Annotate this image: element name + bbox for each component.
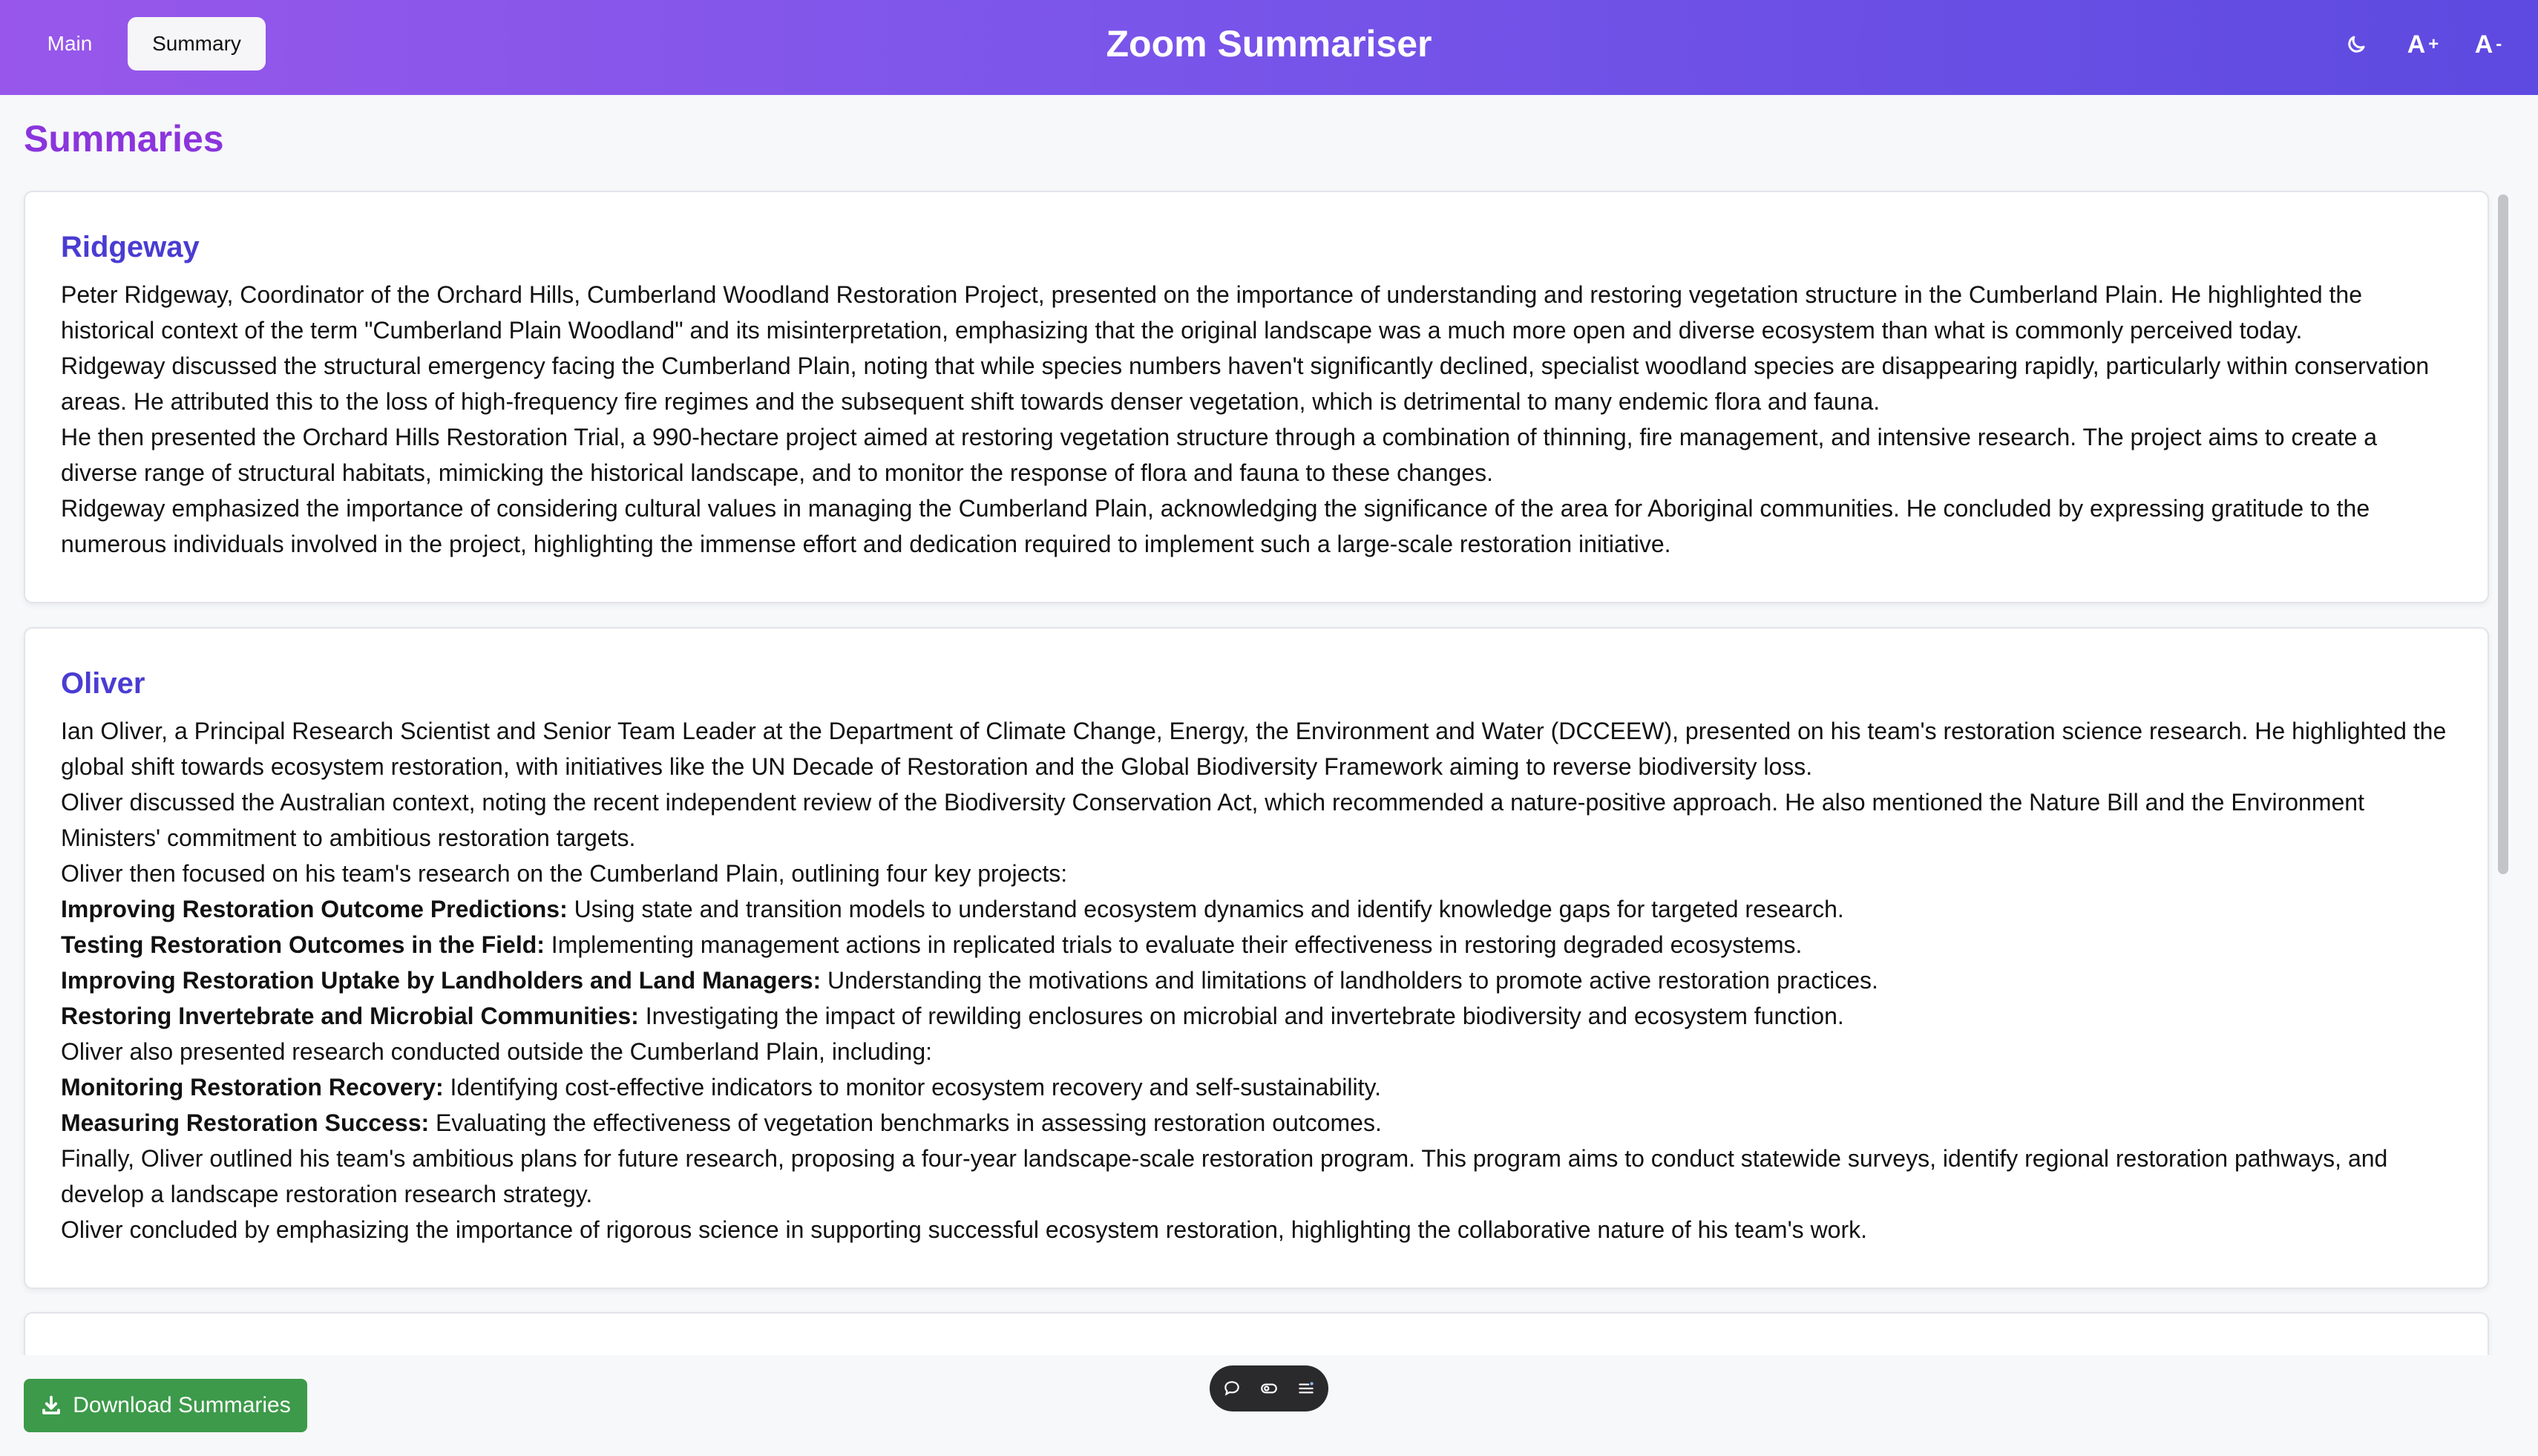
project-text: Investigating the impact of rewilding en… bbox=[638, 1003, 1844, 1029]
moon-icon bbox=[2348, 36, 2365, 53]
plus-icon: + bbox=[2428, 34, 2439, 54]
project-title: Improving Restoration Outcome Prediction… bbox=[61, 896, 568, 922]
summary-paragraph: Ridgeway emphasized the importance of co… bbox=[61, 495, 2370, 557]
app-title: Zoom Summariser bbox=[1106, 23, 1432, 65]
chat-bubble-icon bbox=[1224, 1381, 1239, 1396]
summary-paragraph: Oliver concluded by emphasizing the impo… bbox=[61, 1216, 1868, 1243]
summary-paragraph: Oliver also presented research conducted… bbox=[61, 1038, 933, 1065]
app-header: Main Summary Zoom Summariser A + A- bbox=[0, 0, 2538, 95]
minus-icon: - bbox=[2496, 34, 2502, 54]
project-text: Identifying cost-effective indicators to… bbox=[443, 1074, 1381, 1101]
summary-card-ridgeway: Ridgeway Peter Ridgeway, Coordinator of … bbox=[24, 191, 2489, 603]
font-increase-label: A bbox=[2407, 30, 2426, 59]
summary-speaker-name: Oliver bbox=[61, 667, 145, 700]
summary-paragraph: Ridgeway discussed the structural emerge… bbox=[61, 352, 2430, 415]
floating-toolbar bbox=[1210, 1365, 1328, 1411]
project-item: Improving Restoration Outcome Prediction… bbox=[61, 891, 2452, 927]
summary-paragraph: Finally, Oliver outlined his team's ambi… bbox=[61, 1145, 2388, 1207]
project-text: Evaluating the effectiveness of vegetati… bbox=[429, 1109, 1382, 1136]
project-item: Measuring Restoration Success: Evaluatin… bbox=[61, 1105, 2452, 1141]
project-item: Improving Restoration Uptake by Landhold… bbox=[61, 963, 2452, 998]
summary-paragraph: He then presented the Orchard Hills Rest… bbox=[61, 424, 2378, 486]
summary-speaker-name: Ridgeway bbox=[61, 231, 200, 263]
summary-paragraph: Peter Ridgeway, Coordinator of the Orcha… bbox=[61, 281, 2363, 344]
project-text: Understanding the motivations and limita… bbox=[821, 967, 1878, 994]
page-title: Summaries bbox=[24, 118, 224, 160]
project-item: Restoring Invertebrate and Microbial Com… bbox=[61, 998, 2452, 1034]
project-title: Monitoring Restoration Recovery: bbox=[61, 1074, 444, 1101]
download-summaries-label: Download Summaries bbox=[73, 1393, 291, 1417]
font-decrease-label: A bbox=[2474, 30, 2493, 59]
project-title: Improving Restoration Uptake by Landhold… bbox=[61, 967, 822, 994]
scrollbar-thumb[interactable] bbox=[2498, 194, 2508, 874]
project-text: Using state and transition models to und… bbox=[567, 896, 1844, 922]
list-icon bbox=[1299, 1382, 1314, 1394]
font-decrease-button[interactable]: A- bbox=[2465, 22, 2511, 67]
project-title: Measuring Restoration Success: bbox=[61, 1109, 430, 1136]
view-toggle-button[interactable] bbox=[1254, 1374, 1284, 1403]
project-item: Monitoring Restoration Recovery: Identif… bbox=[61, 1069, 2452, 1105]
summary-paragraph: Ian Oliver, a Principal Research Scienti… bbox=[61, 718, 2447, 780]
project-text: Implementing management actions in repli… bbox=[544, 931, 1803, 958]
project-title: Restoring Invertebrate and Microbial Com… bbox=[61, 1003, 639, 1029]
project-item: Testing Restoration Outcomes in the Fiel… bbox=[61, 927, 2452, 963]
download-icon bbox=[42, 1395, 61, 1414]
chat-button[interactable] bbox=[1217, 1374, 1247, 1403]
summary-paragraph: Oliver discussed the Australian context,… bbox=[61, 789, 2364, 851]
summary-paragraph: Oliver then focused on his team's resear… bbox=[61, 860, 1068, 887]
summary-card-oliver: Oliver Ian Oliver, a Principal Research … bbox=[24, 627, 2489, 1289]
eye-icon bbox=[1261, 1383, 1277, 1394]
font-increase-button[interactable]: A + bbox=[2400, 22, 2446, 67]
download-summaries-button[interactable]: Download Summaries bbox=[24, 1379, 307, 1432]
menu-button[interactable] bbox=[1291, 1374, 1321, 1403]
dark-mode-toggle[interactable] bbox=[2338, 22, 2375, 67]
project-title: Testing Restoration Outcomes in the Fiel… bbox=[61, 931, 545, 958]
